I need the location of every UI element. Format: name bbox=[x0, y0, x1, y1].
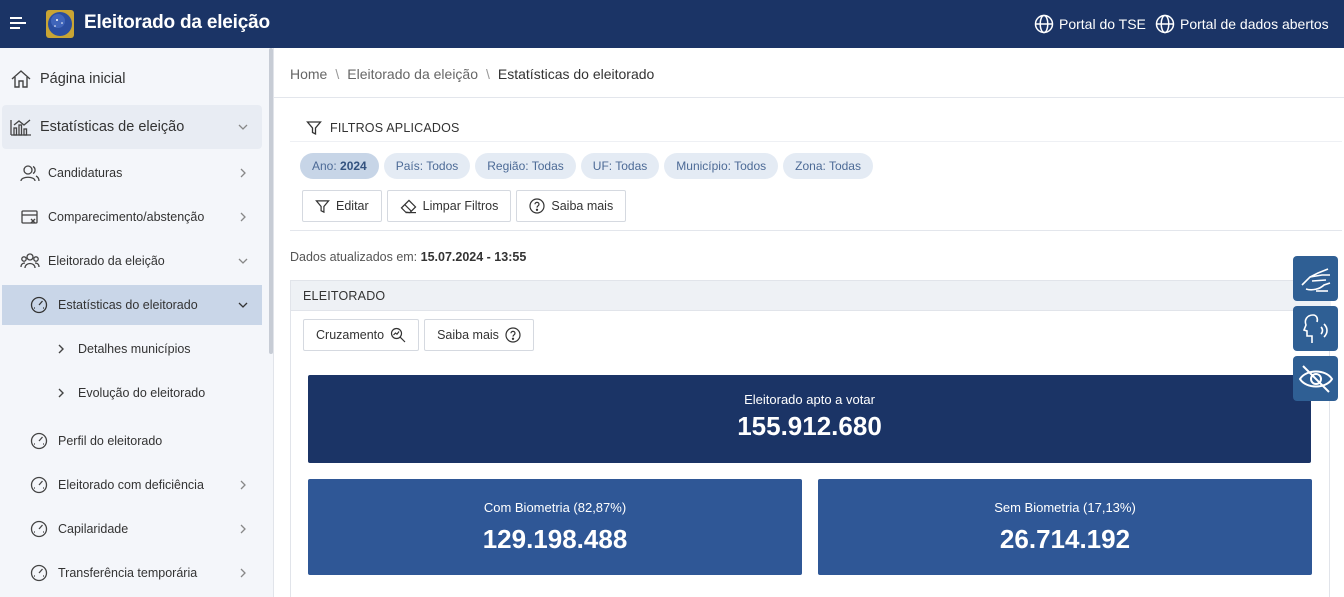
panel-actions: Cruzamento Saiba mais bbox=[303, 319, 539, 351]
chevron-right-icon bbox=[240, 480, 246, 490]
cruzamento-button[interactable]: Cruzamento bbox=[303, 319, 420, 351]
stat-label: Eleitorado apto a votar bbox=[744, 392, 875, 407]
chip-uf[interactable]: UF: Todas bbox=[580, 153, 660, 179]
menu-toggle-button[interactable] bbox=[4, 8, 34, 38]
portal-tse-link[interactable]: Portal do TSE bbox=[1034, 14, 1146, 34]
sidebar: Página inicial Estatísticas de eleição C… bbox=[0, 48, 274, 597]
filters-help-button[interactable]: Saiba mais bbox=[516, 190, 627, 222]
chip-regiao[interactable]: Região: Todas bbox=[475, 153, 576, 179]
search-chart-icon bbox=[390, 327, 406, 343]
sidebar-item-evolucao-eleitorado[interactable]: Evolução do eleitorado bbox=[2, 372, 262, 414]
filter-icon bbox=[315, 199, 330, 213]
gauge-icon bbox=[30, 432, 48, 450]
chevron-down-icon bbox=[238, 302, 248, 308]
globe-icon bbox=[1034, 14, 1054, 34]
chip-pais[interactable]: País: Todos bbox=[383, 153, 471, 179]
chip-ano[interactable]: Ano: 2024 bbox=[300, 153, 379, 179]
chip-municipio[interactable]: Município: Todos bbox=[664, 153, 779, 179]
edit-filters-button[interactable]: Editar bbox=[302, 190, 382, 222]
chevron-right-icon bbox=[240, 568, 246, 578]
sidebar-item-capilaridade[interactable]: Capilaridade bbox=[2, 508, 262, 550]
gauge-icon bbox=[30, 564, 48, 582]
question-circle-icon bbox=[529, 198, 545, 214]
breadcrumb: Home \ Eleitorado da eleição \ Estatísti… bbox=[290, 66, 654, 82]
gauge-icon bbox=[30, 476, 48, 494]
libras-sign-language-button[interactable] bbox=[1293, 256, 1338, 301]
panel-help-button[interactable]: Saiba mais bbox=[424, 319, 534, 351]
sidebar-item-estatisticas-eleicao[interactable]: Estatísticas de eleição bbox=[2, 105, 262, 149]
chevron-right-icon bbox=[240, 212, 246, 222]
breadcrumb-current: Estatísticas do eleitorado bbox=[497, 66, 655, 82]
chevron-right-icon bbox=[240, 524, 246, 534]
portal-dados-abertos-label: Portal de dados abertos bbox=[1180, 16, 1329, 32]
breadcrumb-separator: \ bbox=[486, 66, 490, 82]
calendar-x-icon bbox=[21, 210, 38, 224]
hamburger-icon bbox=[10, 17, 26, 29]
home-icon bbox=[11, 70, 31, 88]
high-contrast-button[interactable] bbox=[1293, 356, 1338, 401]
filters-title: FILTROS APLICADOS bbox=[306, 120, 460, 136]
stat-sem-biometria: Sem Biometria (17,13%) 26.714.192 bbox=[818, 479, 1312, 575]
speaking-head-icon bbox=[1302, 313, 1328, 343]
chevron-right-icon bbox=[240, 168, 246, 178]
divider bbox=[274, 97, 1344, 98]
sidebar-item-transferencia-temporaria[interactable]: Transferência temporária bbox=[2, 552, 262, 594]
stat-com-biometria: Com Biometria (82,87%) 129.198.488 bbox=[308, 479, 802, 575]
filter-chips: Ano: 2024 País: Todos Região: Todas UF: … bbox=[300, 153, 878, 179]
filters-card: FILTROS APLICADOS Ano: 2024 País: Todos … bbox=[290, 112, 1342, 231]
sidebar-item-perfil-eleitorado[interactable]: Perfil do eleitorado bbox=[2, 420, 262, 462]
main-content: Home \ Eleitorado da eleição \ Estatísti… bbox=[274, 48, 1344, 597]
portal-dados-abertos-link[interactable]: Portal de dados abertos bbox=[1155, 14, 1329, 34]
sign-language-icon bbox=[1300, 267, 1330, 292]
filter-actions: Editar Limpar Filtros Saiba mais bbox=[302, 190, 631, 222]
chip-zona[interactable]: Zona: Todas bbox=[783, 153, 873, 179]
stat-label: Com Biometria (82,87%) bbox=[483, 500, 627, 515]
eraser-icon bbox=[400, 199, 417, 213]
breadcrumb-eleitorado-eleicao[interactable]: Eleitorado da eleição bbox=[347, 66, 478, 82]
sidebar-item-candidaturas[interactable]: Candidaturas bbox=[2, 152, 262, 194]
chevron-down-icon bbox=[238, 124, 248, 130]
chevron-right-icon bbox=[58, 388, 64, 398]
breadcrumb-separator: \ bbox=[335, 66, 340, 82]
globe-icon bbox=[1155, 14, 1175, 34]
chevron-right-icon bbox=[58, 344, 64, 354]
sidebar-scrollbar[interactable] bbox=[269, 48, 273, 354]
stat-value: 26.714.192 bbox=[999, 524, 1131, 554]
group-icon bbox=[20, 253, 40, 269]
sidebar-item-eleitorado-eleicao[interactable]: Eleitorado da eleição bbox=[2, 240, 262, 282]
sidebar-item-comparecimento[interactable]: Comparecimento/abstenção bbox=[2, 196, 262, 238]
divider bbox=[290, 141, 1342, 142]
sidebar-item-pagina-inicial[interactable]: Página inicial bbox=[2, 58, 262, 100]
sidebar-item-detalhes-municipios[interactable]: Detalhes municípios bbox=[2, 328, 262, 370]
sidebar-item-estatisticas-eleitorado[interactable]: Estatísticas do eleitorado bbox=[2, 285, 262, 325]
top-bar: Eleitorado da eleição Portal do TSE Port… bbox=[0, 0, 1344, 48]
stat-eleitorado-apto: Eleitorado apto a votar 155.912.680 bbox=[308, 375, 1311, 463]
chevron-down-icon bbox=[238, 258, 248, 264]
users-icon bbox=[20, 165, 40, 182]
gauge-icon bbox=[30, 296, 48, 314]
bar-chart-icon bbox=[10, 119, 31, 136]
gauge-icon bbox=[30, 520, 48, 538]
breadcrumb-home[interactable]: Home bbox=[290, 66, 327, 82]
eye-slash-icon bbox=[1298, 364, 1333, 393]
clear-filters-button[interactable]: Limpar Filtros bbox=[386, 190, 512, 222]
audio-description-button[interactable] bbox=[1293, 306, 1338, 351]
sidebar-item-eleitorado-deficiencia[interactable]: Eleitorado com deficiência bbox=[2, 464, 262, 506]
filter-icon bbox=[306, 121, 322, 136]
stat-label: Sem Biometria (17,13%) bbox=[994, 500, 1136, 515]
app-title: Eleitorado da eleição bbox=[84, 12, 270, 33]
stat-value: 155.912.680 bbox=[737, 411, 882, 441]
question-circle-icon bbox=[505, 327, 521, 343]
stat-value: 129.198.488 bbox=[482, 524, 628, 554]
portal-tse-label: Portal do TSE bbox=[1059, 16, 1146, 32]
panel-title: ELEITORADO bbox=[291, 281, 1331, 311]
last-updated: Dados atualizados em: 15.07.2024 - 13:55 bbox=[290, 250, 527, 264]
eleitorado-panel: ELEITORADO Cruzamento Saiba mais Eleitor… bbox=[290, 280, 1331, 597]
tse-logo bbox=[46, 10, 74, 38]
